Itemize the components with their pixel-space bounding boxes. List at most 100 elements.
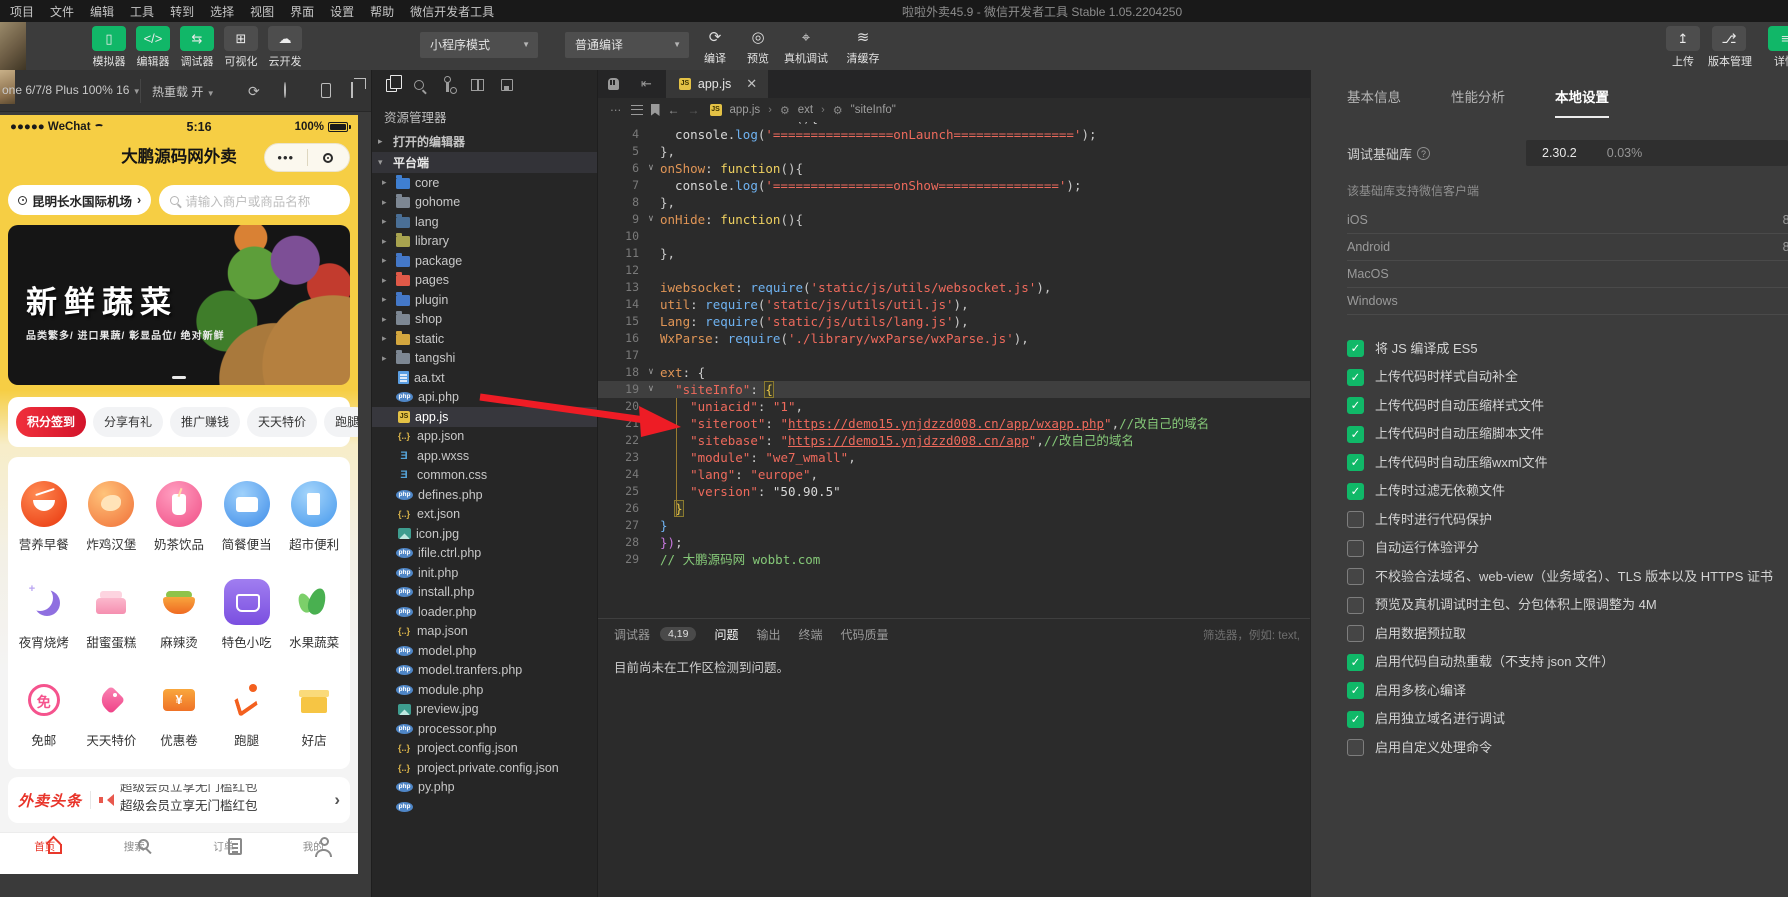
phone-icon[interactable] [321,83,331,98]
tree-item[interactable]: ▸ pages [372,271,597,291]
tree-item[interactable]: processor.php [372,719,597,739]
fold-icon[interactable] [644,500,658,517]
tree-item[interactable]: aa.txt [372,368,597,388]
category-item[interactable]: 好店 [280,677,348,749]
toolbar-button[interactable]: ▯ 模拟器 [88,26,130,69]
tree-item[interactable] [372,797,597,817]
save-all-icon[interactable] [501,79,513,91]
fold-icon[interactable] [644,398,658,415]
toolbar-action[interactable]: ◎ 预览 [733,26,783,66]
fold-icon[interactable]: ∨ [644,211,658,228]
banner-carousel[interactable]: 新鲜蔬菜 品类繁多/ 进口果蔬/ 彰显品位/ 绝对新鲜 [8,225,350,385]
problems-filter[interactable]: 筛选器，例如: text, [1203,627,1300,643]
tabbar-orders[interactable]: 订单 [179,833,269,874]
tree-item[interactable]: ▸ core [372,173,597,193]
tree-item[interactable]: app.js [372,407,597,427]
tree-item[interactable]: api.php [372,388,597,408]
fold-icon[interactable] [644,177,658,194]
fold-icon[interactable]: ∨ [644,381,658,398]
tree-item[interactable]: app.json [372,427,597,447]
tree-item[interactable]: ▸ shop [372,310,597,330]
fold-icon[interactable] [644,432,658,449]
menu-item[interactable]: 转到 [162,3,202,20]
tree-item[interactable]: init.php [372,563,597,583]
reload-icon[interactable]: ⟳ [248,83,260,99]
base-lib-select[interactable]: 2.30.2 0.03% [1526,140,1788,166]
fold-icon[interactable] [644,483,658,500]
pill-button[interactable]: 积分签到 [16,407,86,437]
pill-button[interactable]: 跑腿 [324,407,358,437]
fold-icon[interactable] [644,126,658,143]
checkbox[interactable] [1347,483,1364,500]
compile-select[interactable]: 普通编译▼ [565,32,689,58]
capsule-buttons[interactable]: ••• [264,143,350,172]
category-item[interactable]: 甜蜜蛋糕 [78,579,146,651]
fold-icon[interactable] [644,296,658,313]
bookmark-icon[interactable] [651,104,660,116]
checkbox[interactable] [1347,397,1364,414]
category-item[interactable]: 特色小吃 [213,579,281,651]
fold-icon[interactable]: ∨ [644,160,658,177]
checkbox[interactable] [1347,597,1364,614]
tree-item[interactable]: map.json [372,622,597,642]
category-item[interactable]: 夜宵烧烤 [10,579,78,651]
tree-item[interactable]: model.php [372,641,597,661]
menu-item[interactable]: 项目 [2,3,42,20]
tree-item[interactable]: ▸ plugin [372,290,597,310]
tree-item[interactable]: model.tranfers.php [372,661,597,681]
back-icon[interactable]: ← [668,103,680,117]
tree-item[interactable]: ▸ static [372,329,597,349]
category-item[interactable]: 简餐便当 [213,481,281,553]
tree-item[interactable]: ▸ library [372,232,597,252]
menu-item[interactable]: 文件 [42,3,82,20]
fold-icon[interactable] [644,449,658,466]
pill-button[interactable]: 分享有礼 [93,407,163,437]
mode-select[interactable]: 小程序模式▼ [420,32,538,58]
tree-item[interactable]: ▸ tangshi [372,349,597,369]
fold-icon[interactable] [644,279,658,296]
tree-item[interactable]: ifile.ctrl.php [372,544,597,564]
fold-icon[interactable] [644,534,658,551]
checkbox[interactable] [1347,454,1364,471]
category-item[interactable]: 跑腿 [213,677,281,749]
checkbox[interactable] [1347,711,1364,728]
forward-icon[interactable]: → [688,103,700,117]
details-tab[interactable]: 本地设置 [1555,86,1609,118]
more-icon[interactable]: ••• [265,145,307,171]
menu-item[interactable]: 工具 [122,3,162,20]
toolbar-button[interactable]: ⇆ 调试器 [176,26,218,69]
toolbar-button[interactable]: ⊞ 可视化 [220,26,262,69]
checkbox[interactable] [1347,340,1364,357]
checkbox[interactable] [1347,540,1364,557]
menu-item[interactable]: 界面 [282,3,322,20]
news-bar[interactable]: 外卖头条 超级会员立享无门槛红包 超级会员立享无门槛红包 › [8,777,350,823]
fold-icon[interactable] [644,228,658,245]
checkbox[interactable] [1347,568,1364,585]
code-area[interactable]: 3 onLaunch: function(){ 4 console.log('=… [598,122,1310,618]
tree-item[interactable]: module.php [372,680,597,700]
fold-icon[interactable] [644,262,658,279]
pill-button[interactable]: 推广赚钱 [170,407,240,437]
close-icon[interactable]: ✕ [746,76,757,92]
fold-icon[interactable] [644,415,658,432]
fold-icon[interactable] [644,347,658,364]
checkbox[interactable] [1347,682,1364,699]
tree-item[interactable]: project.config.json [372,739,597,759]
tree-item[interactable]: common.css [372,466,597,486]
toolbar-right-button[interactable]: ⎇ 版本管理 [1708,26,1750,69]
tabbar-search[interactable]: 搜索 [90,833,180,874]
menu-item[interactable]: 编辑 [82,3,122,20]
tree-item[interactable]: loader.php [372,602,597,622]
category-item[interactable]: 天天特价 [78,677,146,749]
fold-icon[interactable] [644,330,658,347]
stop-icon[interactable] [284,82,286,98]
tab-code-quality[interactable]: 代码质量 [841,626,889,643]
hand-tool-icon[interactable] [608,78,619,90]
collapse-left-icon[interactable]: ⇤ [641,76,652,92]
menu-item[interactable]: 视图 [242,3,282,20]
close-target-icon[interactable] [308,153,350,163]
checkbox[interactable] [1347,511,1364,528]
toolbar-button[interactable]: </> 编辑器 [132,26,174,69]
tree-item[interactable]: defines.php [372,485,597,505]
device-select[interactable]: one 6/7/8 Plus 100% 16 ▼ [2,83,141,97]
